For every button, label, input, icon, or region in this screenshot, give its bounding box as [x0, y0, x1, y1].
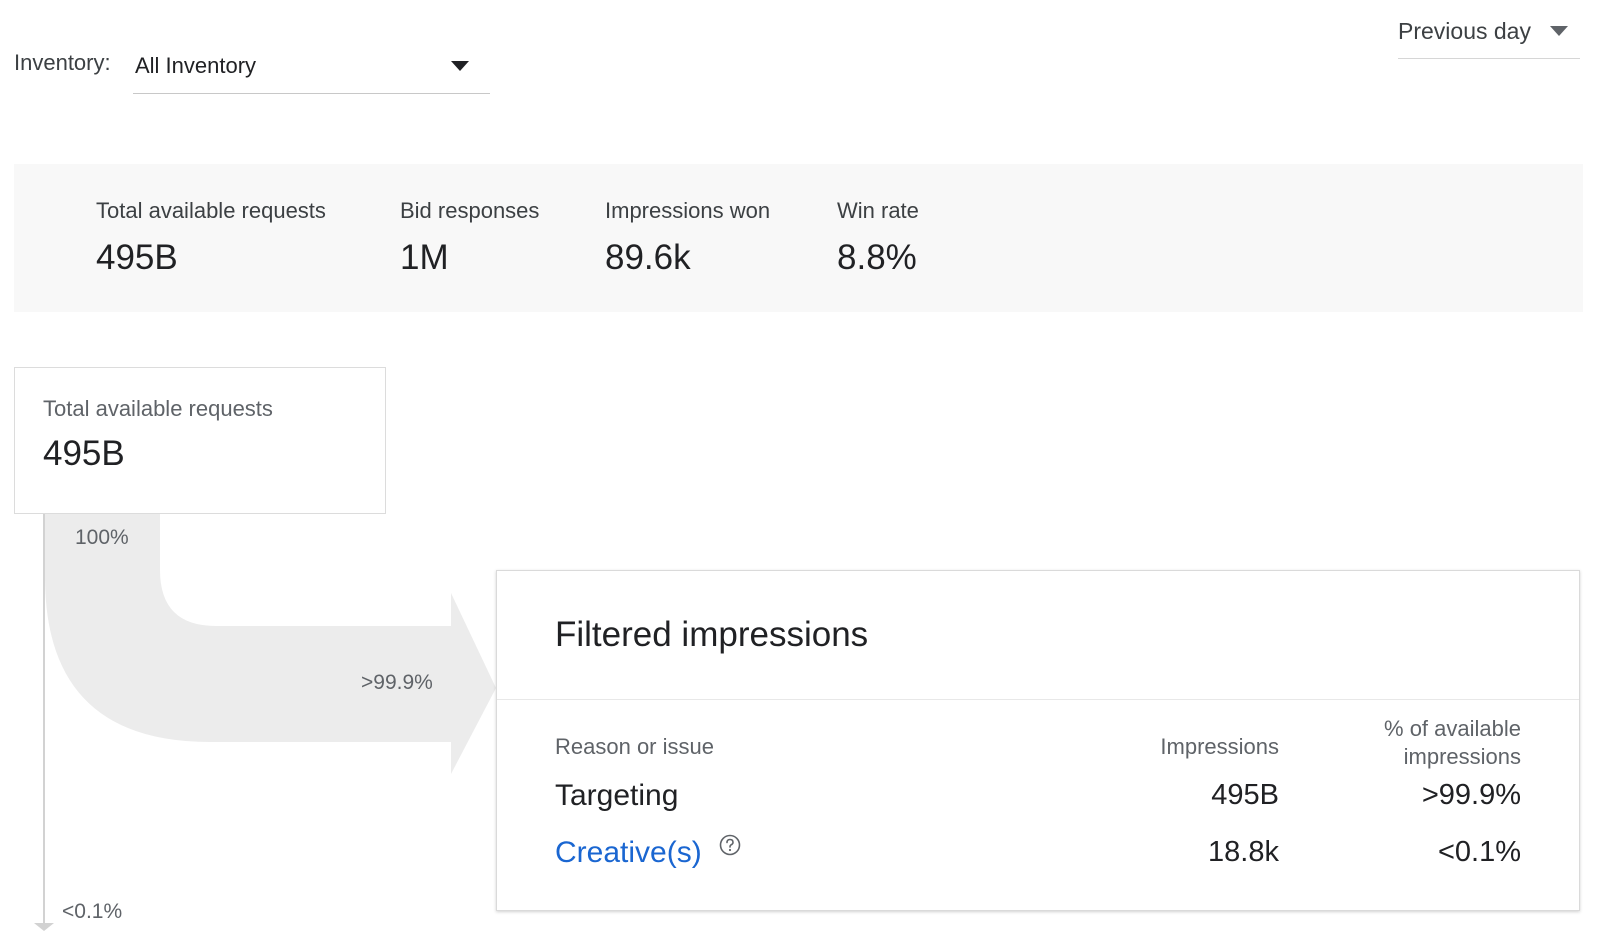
table-row: Creative(s) 18.8k <0.1%	[497, 834, 1579, 886]
row-reason: Targeting	[555, 779, 679, 812]
passed-percent-label: <0.1%	[62, 900, 123, 923]
column-header-percent-line1: % of available	[1384, 716, 1521, 741]
row-percent: <0.1%	[1437, 836, 1521, 868]
creatives-link[interactable]: Creative(s)	[555, 836, 702, 870]
column-header-impressions: Impressions	[1160, 734, 1279, 759]
source-label: Total available requests	[43, 396, 273, 421]
column-header-percent: % of available impressions	[1384, 715, 1521, 771]
total-requests-card: Total available requests 495B	[14, 367, 386, 514]
help-circle-icon[interactable]	[719, 834, 741, 856]
table-row: Targeting 495B >99.9%	[497, 779, 1579, 829]
filtered-percent-label: >99.9%	[361, 671, 433, 694]
column-header-percent-line2: impressions	[1403, 744, 1521, 769]
row-impressions: 18.8k	[1208, 836, 1279, 868]
filtered-impressions-card: Filtered impressions Reason or issue Imp…	[496, 570, 1580, 911]
card-divider	[497, 699, 1579, 700]
row-percent: >99.9%	[1421, 779, 1521, 811]
split-percent-label: 100%	[75, 526, 129, 549]
source-value: 495B	[43, 434, 125, 473]
card-title: Filtered impressions	[555, 615, 869, 654]
passed-flow-arrowhead	[34, 923, 54, 931]
row-impressions: 495B	[1211, 779, 1279, 811]
filtered-flow-arrow	[45, 514, 496, 774]
column-header-reason: Reason or issue	[555, 734, 714, 759]
